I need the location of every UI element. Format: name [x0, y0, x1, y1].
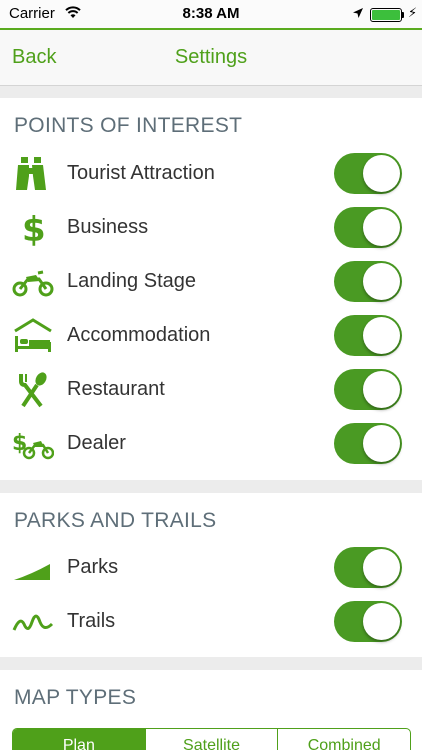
trails-label: Trails	[67, 610, 116, 632]
battery-tip	[402, 12, 404, 18]
charging-bolt-icon: ⚡	[408, 5, 418, 20]
dealer-icon: $	[12, 426, 55, 462]
location-arrow-icon	[352, 6, 364, 23]
parks-row: Parks	[0, 541, 422, 595]
poi-row-tourist-attraction: Tourist Attraction	[0, 147, 422, 201]
accommodation-toggle[interactable]	[334, 315, 402, 356]
parks-and-trails-section: PARKS AND TRAILS Parks Trails	[0, 493, 422, 657]
poi-label: Business	[67, 216, 149, 238]
poi-row-business: $ Business	[0, 201, 422, 255]
section-header-parks-and-trails: PARKS AND TRAILS	[14, 509, 217, 532]
parks-toggle[interactable]	[334, 547, 402, 588]
section-header-map-types: MAP TYPES	[14, 686, 137, 709]
battery-icon	[370, 8, 402, 22]
poi-label: Restaurant	[67, 378, 165, 400]
map-type-combined-segment[interactable]: Combined	[278, 729, 410, 750]
poi-label: Accommodation	[67, 324, 211, 346]
cutlery-icon	[12, 372, 54, 408]
points-of-interest-section: POINTS OF INTEREST Tourist Attraction $ …	[0, 98, 422, 480]
poi-label: Tourist Attraction	[67, 162, 215, 184]
dollar-icon: $	[12, 210, 54, 250]
poi-row-dealer: $ Dealer	[0, 417, 422, 471]
bed-icon	[12, 318, 54, 354]
poi-label: Dealer	[67, 432, 126, 454]
motorbike-icon	[12, 264, 54, 300]
status-bar: Carrier 8:38 AM ⚡	[0, 0, 422, 28]
poi-row-restaurant: Restaurant	[0, 363, 422, 417]
svg-text:$: $	[22, 210, 46, 246]
navigation-bar: Back Settings	[0, 28, 422, 86]
business-toggle[interactable]	[334, 207, 402, 248]
map-type-segmented-control: Plan Satellite Combined	[12, 728, 411, 750]
dealer-toggle[interactable]	[334, 423, 402, 464]
page-title: Settings	[174, 46, 248, 68]
poi-row-accommodation: Accommodation	[0, 309, 422, 363]
parks-label: Parks	[67, 556, 119, 578]
binoculars-icon	[12, 156, 54, 192]
trails-toggle[interactable]	[334, 601, 402, 642]
trail-icon	[12, 604, 54, 640]
map-type-plan-segment[interactable]: Plan	[13, 729, 146, 750]
poi-label: Landing Stage	[67, 270, 197, 292]
poi-row-landing-stage: Landing Stage	[0, 255, 422, 309]
mountain-icon	[12, 550, 54, 586]
landing-stage-toggle[interactable]	[334, 261, 402, 302]
section-header-points-of-interest: POINTS OF INTEREST	[14, 114, 243, 137]
trails-row: Trails	[0, 595, 422, 649]
restaurant-toggle[interactable]	[334, 369, 402, 410]
tourist-attraction-toggle[interactable]	[334, 153, 402, 194]
map-type-satellite-segment[interactable]: Satellite	[146, 729, 279, 750]
